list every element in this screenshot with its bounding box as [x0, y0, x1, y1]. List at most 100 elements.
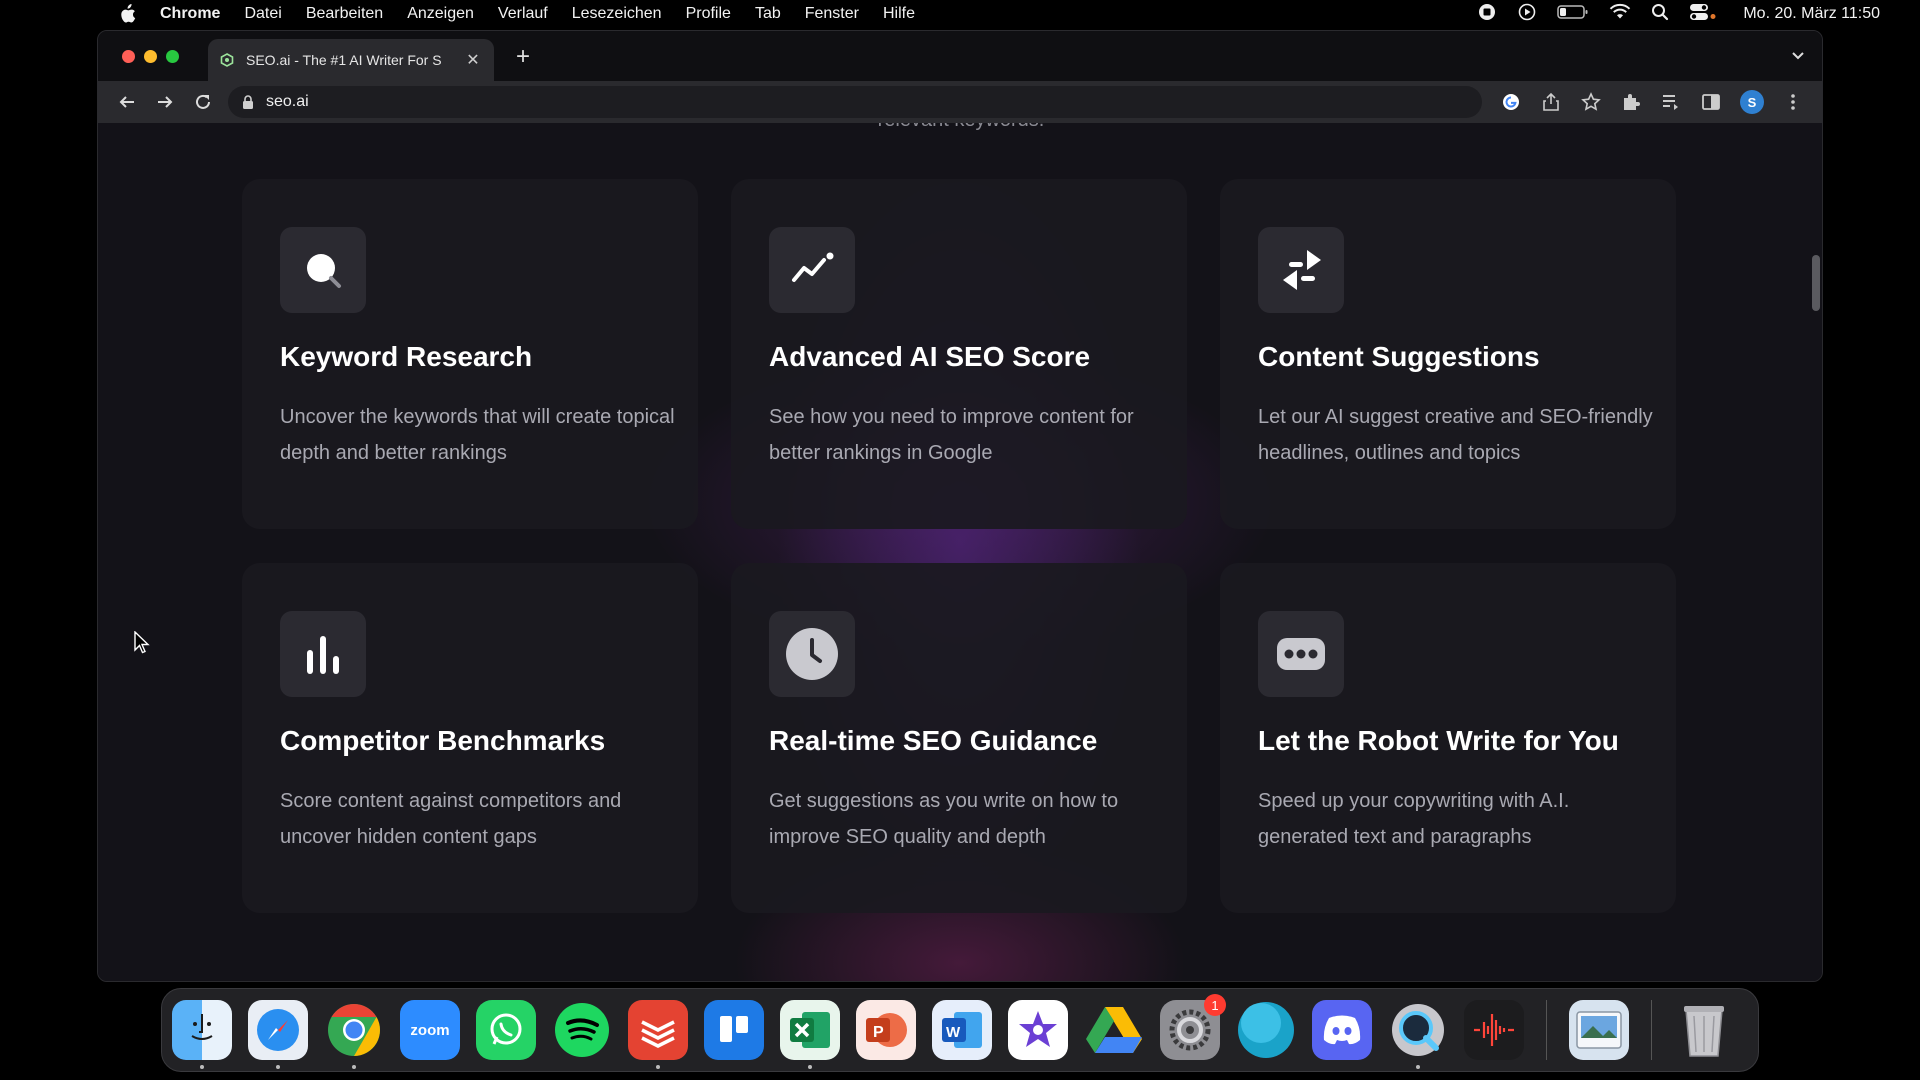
quicktime-icon[interactable]	[1388, 1000, 1448, 1069]
tab-strip: SEO.ai - The #1 AI Writer For S ✕ +	[98, 31, 1822, 81]
feature-title: Keyword Research	[280, 341, 533, 372]
fullscreen-window-button[interactable]	[166, 49, 179, 63]
feature-title: Let the Robot Write for You	[1258, 725, 1619, 756]
running-indicator	[276, 1065, 280, 1069]
chrome-icon[interactable]	[324, 1000, 384, 1069]
voice-memo-icon[interactable]	[1464, 1000, 1524, 1060]
running-indicator	[808, 1065, 812, 1069]
zoom-icon[interactable]: zoom	[400, 1000, 460, 1060]
menu-tab[interactable]: Tab	[755, 5, 781, 23]
imovie-icon[interactable]	[1008, 1000, 1068, 1060]
reading-list-icon[interactable]	[1660, 91, 1682, 113]
feature-card-content-suggestions: Content Suggestions Let our AI suggest c…	[1220, 179, 1676, 529]
excel-icon[interactable]	[780, 1000, 840, 1069]
menu-hilfe[interactable]: Hilfe	[883, 5, 915, 23]
chrome-window: SEO.ai - The #1 AI Writer For S ✕ + seo.…	[97, 30, 1823, 982]
menu-profile[interactable]: Profile	[686, 5, 731, 23]
spotlight-search-icon[interactable]	[1651, 3, 1669, 26]
menu-lesezeichen[interactable]: Lesezeichen	[572, 5, 662, 23]
tab-title: SEO.ai - The #1 AI Writer For S	[246, 52, 442, 68]
window-controls	[122, 49, 179, 63]
feature-description: Score content against competitors and un…	[280, 790, 622, 848]
battery-icon[interactable]	[1557, 4, 1589, 25]
powerpoint-icon[interactable]: P	[856, 1000, 916, 1060]
dock-separator	[1546, 1000, 1547, 1060]
discord-icon[interactable]	[1312, 1000, 1372, 1060]
running-indicator	[352, 1065, 356, 1069]
feature-description: Uncover the keywords that will create to…	[280, 406, 675, 464]
robot-icon	[1258, 611, 1344, 697]
minimize-window-button[interactable]	[144, 49, 157, 63]
menu-anzeigen[interactable]: Anzeigen	[407, 5, 474, 23]
feature-title: Real-time SEO Guidance	[769, 725, 1098, 756]
dock-separator	[1651, 1000, 1652, 1060]
reload-button[interactable]	[184, 86, 222, 118]
menu-bearbeiten[interactable]: Bearbeiten	[306, 5, 383, 23]
bookmark-star-icon[interactable]	[1580, 91, 1602, 113]
feature-description: See how you need to improve content for …	[769, 406, 1134, 464]
trash-icon[interactable]	[1674, 1000, 1734, 1060]
trello-icon[interactable]	[704, 1000, 764, 1060]
menu-verlauf[interactable]: Verlauf	[498, 5, 548, 23]
todoist-icon[interactable]	[628, 1000, 688, 1069]
feature-title: Content Suggestions	[1258, 341, 1540, 372]
profile-avatar[interactable]: S	[1740, 90, 1764, 114]
seo-ai-favicon-icon	[220, 52, 236, 68]
side-panel-icon[interactable]	[1700, 91, 1722, 113]
zoom-label: zoom	[410, 1021, 450, 1039]
menu-chrome[interactable]: Chrome	[160, 5, 220, 23]
feature-title: Advanced AI SEO Score	[769, 341, 1091, 372]
wifi-icon[interactable]	[1609, 3, 1631, 26]
close-window-button[interactable]	[122, 49, 135, 63]
preview-icon[interactable]	[1569, 1000, 1629, 1060]
toolbar-icons: S	[1500, 90, 1804, 114]
feature-card-ai-seo-score: Advanced AI SEO Score See how you need t…	[731, 179, 1187, 529]
browser-globe-icon[interactable]	[1236, 1000, 1296, 1060]
section-subheading: relevant keywords.	[98, 123, 1822, 132]
new-tab-button[interactable]: +	[510, 43, 536, 71]
safari-icon[interactable]	[248, 1000, 308, 1069]
lock-icon[interactable]	[242, 95, 254, 109]
notification-badge: 1	[1204, 994, 1226, 1016]
google-drive-icon[interactable]	[1084, 1000, 1144, 1060]
google-lens-icon[interactable]	[1500, 91, 1522, 113]
svg-text:P: P	[873, 1024, 884, 1041]
running-indicator	[1416, 1065, 1420, 1069]
menu-bar-clock[interactable]: Mo. 20. März 11:50	[1743, 5, 1880, 23]
macos-dock: zoom P W 1	[161, 988, 1759, 1072]
running-indicator	[656, 1065, 660, 1069]
page-scrollbar[interactable]	[1812, 255, 1820, 311]
svg-text:W: W	[946, 1024, 961, 1041]
chrome-menu-icon[interactable]	[1782, 91, 1804, 113]
close-tab-icon[interactable]: ✕	[464, 50, 482, 70]
running-indicator	[200, 1065, 204, 1069]
feature-card-keyword-research: Keyword Research Uncover the keywords th…	[242, 179, 698, 529]
feature-description: Get suggestions as you write on how to i…	[769, 790, 1119, 848]
word-icon[interactable]: W	[932, 1000, 992, 1060]
forward-button[interactable]	[146, 86, 184, 118]
share-icon[interactable]	[1540, 91, 1562, 113]
address-bar[interactable]: seo.ai	[228, 86, 1482, 118]
url-text: seo.ai	[266, 93, 309, 110]
trend-line-icon	[769, 227, 855, 313]
menu-datei[interactable]: Datei	[244, 5, 281, 23]
browser-toolbar: seo.ai S	[98, 81, 1822, 123]
feature-title: Competitor Benchmarks	[280, 725, 606, 756]
apple-menu-icon[interactable]	[118, 4, 140, 24]
tab-search-chevron-icon[interactable]	[1790, 47, 1806, 68]
menu-fenster[interactable]: Fenster	[805, 5, 859, 23]
system-settings-icon[interactable]: 1	[1160, 994, 1226, 1060]
menu-bar-status-area: Mo. 20. März 11:50	[1477, 0, 1880, 28]
back-button[interactable]	[108, 86, 146, 118]
whatsapp-icon[interactable]	[476, 1000, 536, 1060]
active-tab[interactable]: SEO.ai - The #1 AI Writer For S ✕	[208, 39, 494, 81]
feature-description: Speed up your copywriting with A.I. gene…	[1258, 790, 1570, 848]
suggestion-icon	[1258, 227, 1344, 313]
control-center-icon[interactable]	[1689, 3, 1717, 26]
spotify-icon[interactable]	[552, 1000, 612, 1060]
page-viewport: relevant keywords. Keyword Research Unco…	[98, 123, 1822, 981]
screen-recording-icon[interactable]	[1477, 2, 1497, 27]
play-icon[interactable]	[1517, 2, 1537, 27]
finder-icon[interactable]	[172, 1000, 232, 1069]
extensions-puzzle-icon[interactable]	[1620, 91, 1642, 113]
